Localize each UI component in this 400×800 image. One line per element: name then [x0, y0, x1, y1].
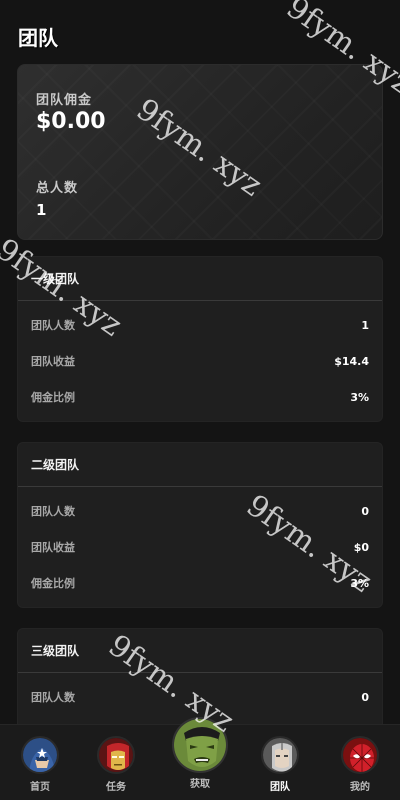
row-label: 佣金比例 [31, 391, 75, 404]
tab-label: 获取 [190, 779, 210, 790]
tab-team[interactable]: 团队 [250, 725, 310, 800]
team-members-row: 团队人数 1 [18, 307, 382, 343]
row-value: $14.4 [334, 354, 369, 368]
row-value: 3% [350, 576, 369, 590]
row-label: 团队人数 [31, 691, 75, 704]
tab-label: 我的 [350, 782, 370, 793]
captain-america-icon [21, 736, 59, 774]
commission-rate-row: 佣金比例 3% [18, 379, 382, 415]
tab-mine[interactable]: 我的 [330, 725, 390, 800]
hulk-icon [172, 717, 228, 773]
level-card-title: 一级团队 [18, 257, 382, 301]
row-label: 佣金比例 [31, 577, 75, 590]
tab-home[interactable]: 首页 [10, 725, 70, 800]
tab-label: 任务 [106, 782, 126, 793]
tab-label: 首页 [30, 782, 50, 793]
page-title: 团队 [18, 26, 58, 50]
team-earnings-row: 团队收益 $0 [18, 529, 382, 565]
iron-man-icon [97, 736, 135, 774]
team-summary-card: 团队佣金 $0.00 总人数 1 [17, 64, 383, 240]
level-1-team-card[interactable]: 一级团队 团队人数 1 团队收益 $14.4 佣金比例 3% [17, 256, 383, 422]
spider-man-icon [341, 736, 379, 774]
team-commission-label: 团队佣金 [36, 93, 93, 108]
ultron-icon [261, 736, 299, 774]
tab-tasks[interactable]: 任务 [86, 725, 146, 800]
total-members-value: 1 [36, 201, 47, 219]
row-value: 0 [361, 504, 369, 518]
row-value: 3% [350, 390, 369, 404]
tab-label: 团队 [270, 782, 290, 793]
team-members-row: 团队人数 0 [18, 679, 382, 715]
level-2-team-card[interactable]: 二级团队 团队人数 0 团队收益 $0 佣金比例 3% [17, 442, 383, 608]
row-value: 1 [361, 318, 369, 332]
tab-obtain[interactable]: 获取 [170, 717, 230, 800]
row-label: 团队收益 [31, 541, 75, 554]
level-card-title: 二级团队 [18, 443, 382, 487]
row-label: 团队收益 [31, 355, 75, 368]
bottom-tab-bar: 首页 任务 获取 团队 我的 [0, 717, 400, 800]
level-card-title: 三级团队 [18, 629, 382, 673]
team-earnings-row: 团队收益 $14.4 [18, 343, 382, 379]
commission-rate-row: 佣金比例 3% [18, 565, 382, 601]
team-members-row: 团队人数 0 [18, 493, 382, 529]
row-label: 团队人数 [31, 505, 75, 518]
total-members-label: 总人数 [36, 181, 79, 196]
team-commission-value: $0.00 [36, 109, 106, 134]
row-label: 团队人数 [31, 319, 75, 332]
row-value: 0 [361, 690, 369, 704]
row-value: $0 [353, 540, 369, 554]
